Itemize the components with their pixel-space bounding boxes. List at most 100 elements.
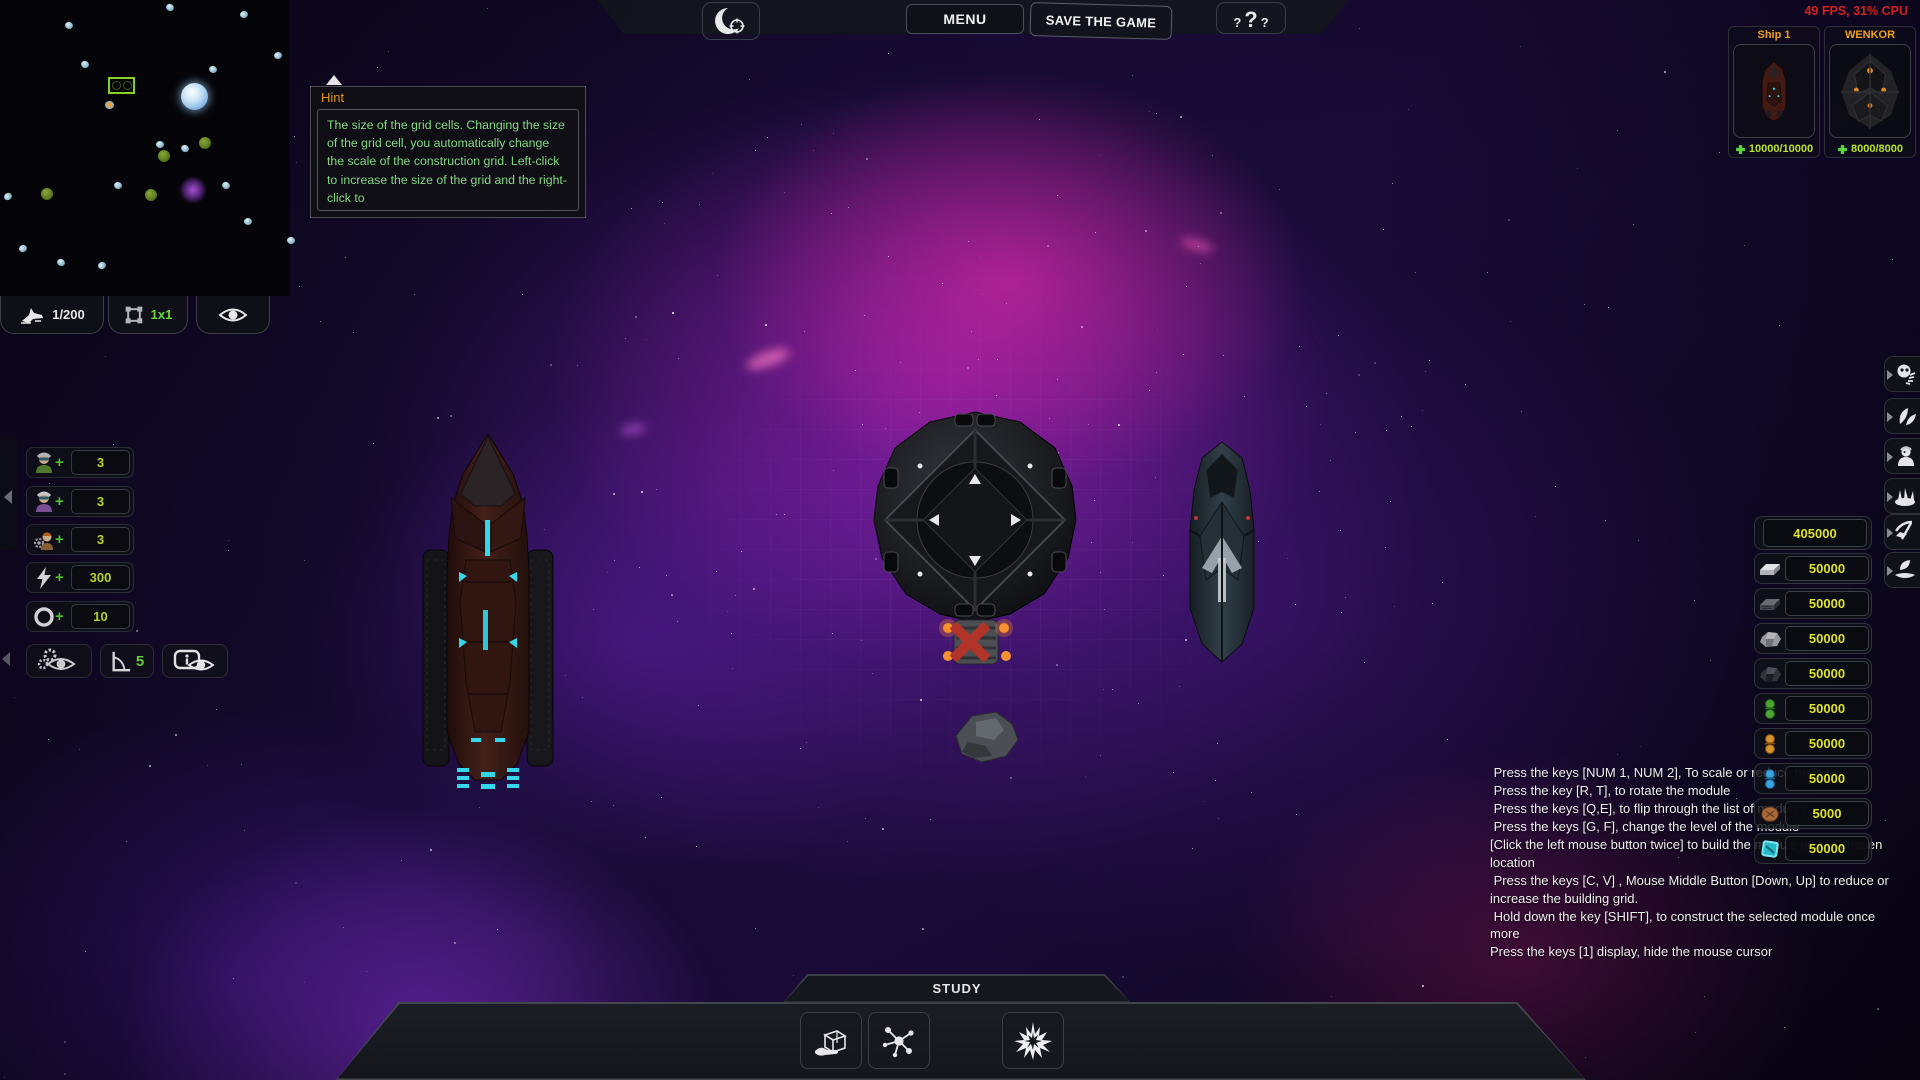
- build-mode-button[interactable]: [800, 1012, 862, 1069]
- side-tab-harvest[interactable]: [1884, 552, 1920, 588]
- star: [1394, 606, 1395, 607]
- teal-ship[interactable]: [1184, 440, 1260, 664]
- star: [784, 192, 785, 193]
- fleet-panel-wenkor[interactable]: WENKOR 8000/8000: [1824, 26, 1916, 158]
- fleet-panel-ship1[interactable]: Ship 1 10000/10000: [1728, 26, 1820, 158]
- crystal-icon: [1757, 837, 1783, 861]
- star: [135, 602, 136, 603]
- asteroid[interactable]: [952, 708, 1022, 766]
- star: [175, 734, 177, 736]
- star: [14, 697, 15, 698]
- help-button[interactable]: ? ? ?: [1216, 2, 1286, 34]
- collapse-chevron-icon[interactable]: [2, 652, 10, 666]
- star: [1877, 1008, 1879, 1010]
- info-visibility-button[interactable]: [162, 644, 228, 678]
- star: [414, 294, 415, 295]
- star: [233, 978, 234, 979]
- side-tab-food[interactable]: [1884, 478, 1920, 514]
- molecule-icon: [879, 1021, 919, 1061]
- study-tab[interactable]: STUDY: [783, 974, 1131, 1003]
- star: [1180, 116, 1182, 118]
- mining-icon: [1892, 519, 1918, 545]
- minimap-asteroid: [80, 60, 90, 70]
- station-icon: [1835, 49, 1905, 133]
- resource-row-energy[interactable]: + 300: [26, 562, 134, 593]
- star: [1704, 996, 1705, 997]
- plus-icon: [1735, 144, 1746, 155]
- star: [353, 332, 354, 333]
- star: [437, 417, 439, 419]
- plus-icon: [1837, 144, 1848, 155]
- weapons-mode-button[interactable]: [1002, 1012, 1064, 1069]
- fps-cpu-readout: 49 FPS, 31% CPU: [1804, 4, 1908, 18]
- crew-icon: [1894, 444, 1918, 468]
- star: [645, 837, 646, 838]
- star: [1608, 307, 1609, 308]
- star: [1633, 224, 1634, 225]
- star: [1411, 426, 1412, 427]
- star: [1408, 109, 1409, 110]
- star: [1057, 195, 1058, 196]
- side-tab-plants[interactable]: [1884, 398, 1920, 434]
- resource-row-dark-ingot: 50000: [1754, 588, 1872, 619]
- star: [1784, 1027, 1785, 1028]
- side-tab-mining[interactable]: [1884, 514, 1920, 550]
- minimap-asteroid: [3, 192, 13, 202]
- collapse-chevron-icon[interactable]: [4, 490, 12, 504]
- resource-value: 5000: [1785, 801, 1869, 826]
- grid-size-button[interactable]: 1x1: [108, 296, 188, 334]
- resource-row-oxygen[interactable]: + 10: [26, 601, 134, 632]
- star: [320, 321, 321, 322]
- star: [888, 53, 889, 54]
- minimap-green-asteroid: [145, 189, 157, 201]
- star: [1401, 416, 1402, 417]
- ship-hp: 8000/8000: [1851, 143, 1903, 155]
- side-tab-fossils[interactable]: [1884, 356, 1920, 392]
- resource-row-coal: 50000: [1754, 658, 1872, 689]
- star: [614, 560, 615, 561]
- save-game-button[interactable]: SAVE THE GAME: [1030, 2, 1173, 40]
- star: [1640, 746, 1641, 747]
- star: [866, 158, 868, 160]
- resource-row-credits: 405000: [1754, 516, 1872, 550]
- star: [241, 764, 242, 765]
- red-capital-ship[interactable]: [421, 432, 555, 802]
- star: [113, 444, 114, 445]
- menu-button[interactable]: MENU: [906, 4, 1024, 34]
- star: [1779, 325, 1780, 326]
- star: [487, 8, 488, 9]
- resource-row-scientist-a[interactable]: + 3: [26, 447, 134, 478]
- energy-icon: [32, 566, 56, 590]
- star: [662, 202, 663, 203]
- ships-count-indicator[interactable]: 1/200: [0, 296, 104, 334]
- resource-value: 50000: [1785, 696, 1869, 721]
- minimap-asteroid: [113, 181, 122, 190]
- ships-count: 1/200: [52, 307, 85, 322]
- star: [450, 415, 452, 417]
- star: [1422, 985, 1424, 987]
- ship-name: Ship 1: [1729, 29, 1819, 41]
- star: [1145, 230, 1147, 232]
- grid-scale-button[interactable]: 5: [100, 644, 154, 678]
- visibility-toggle[interactable]: [196, 296, 270, 334]
- resource-row-scientist-b[interactable]: + 3: [26, 486, 134, 517]
- star: [388, 51, 389, 52]
- star: [1331, 996, 1332, 997]
- resource-value: 50000: [1785, 766, 1869, 791]
- planet-tracker-button[interactable]: [702, 2, 760, 40]
- resource-row-engineer[interactable]: + 3: [26, 524, 134, 555]
- star: [1122, 976, 1124, 978]
- minimap-asteroid: [64, 21, 74, 30]
- minimap[interactable]: [0, 0, 290, 296]
- star: [1039, 119, 1040, 120]
- side-tab-crew[interactable]: [1884, 438, 1920, 474]
- research-mode-button[interactable]: [868, 1012, 930, 1069]
- station-sphere[interactable]: [860, 408, 1090, 670]
- star: [882, 828, 884, 830]
- expand-arrow-icon: [1887, 452, 1893, 462]
- star: [1694, 600, 1695, 601]
- ship-name: WENKOR: [1825, 29, 1915, 41]
- minimap-green-asteroid: [199, 137, 211, 149]
- visibility-settings-button[interactable]: [26, 644, 92, 678]
- resource-value: 50000: [1785, 556, 1869, 581]
